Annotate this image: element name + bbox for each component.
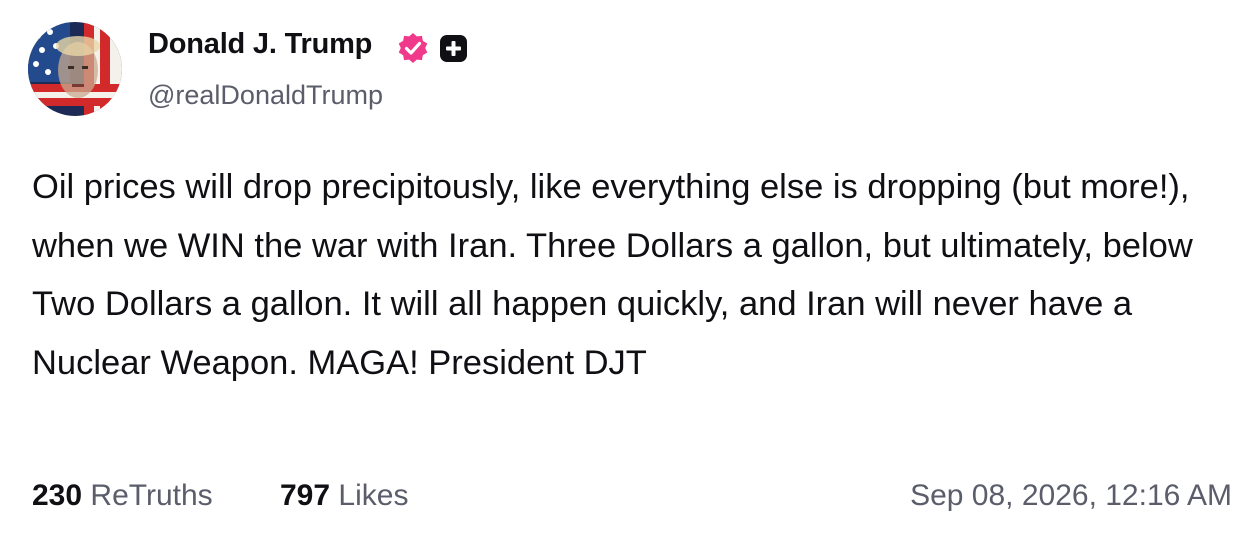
avatar-image xyxy=(28,22,122,116)
likes-number: 797 xyxy=(280,479,331,512)
plus-badge-icon xyxy=(440,35,467,62)
retruths-number: 230 xyxy=(32,479,83,512)
retruths-label: ReTruths xyxy=(90,479,213,512)
post-footer: 230 ReTruths 797 Likes Sep 08, 2026, 12:… xyxy=(0,475,1248,525)
likes-label: Likes xyxy=(338,479,409,512)
author-handle[interactable]: @realDonaldTrump xyxy=(148,80,383,111)
retruths-count[interactable]: 230 ReTruths xyxy=(32,479,213,513)
post-text: Oil prices will drop precipitously, like… xyxy=(32,168,1202,382)
likes-count[interactable]: 797 Likes xyxy=(280,479,408,513)
avatar[interactable] xyxy=(28,22,122,116)
post-timestamp[interactable]: Sep 08, 2026, 12:16 AM xyxy=(910,479,1232,513)
author-display-name[interactable]: Donald J. Trump xyxy=(148,28,372,61)
verified-badge-icon xyxy=(398,33,428,63)
